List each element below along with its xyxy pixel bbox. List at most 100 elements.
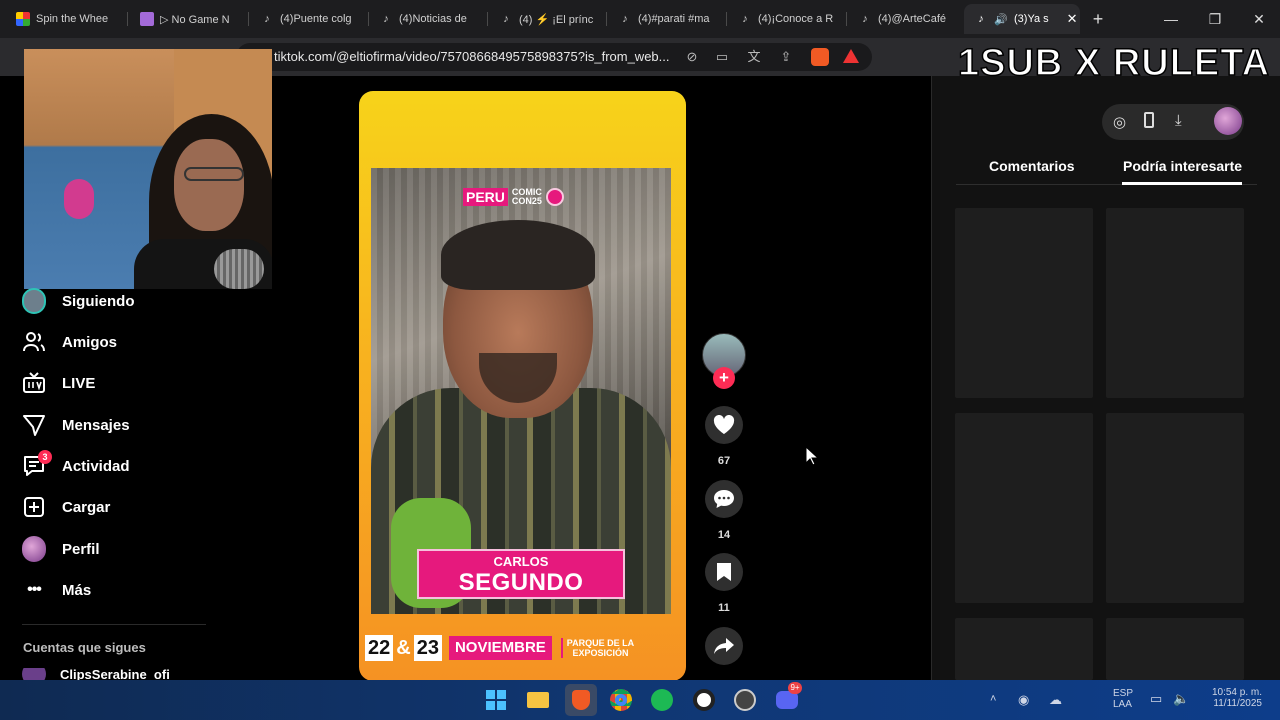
comment-icon [714, 490, 734, 508]
event-date-bar: 22 & 23 NOVIEMBRE PARQUE DE LA EXPOSICIÓN [365, 634, 634, 662]
sidebar-item-label: Más [62, 581, 92, 599]
windows-taskbar: 9+ ˄ ◉ ☁ ESP LAA ▭ 🔈 10:54 p. m. 11/11/202… [0, 680, 1280, 720]
suggested-video-thumb[interactable] [1106, 618, 1244, 680]
sidebar-item-perfil[interactable]: Perfil [22, 535, 100, 563]
tab-spin-the-wheel[interactable]: Spin the Whee [6, 4, 124, 34]
sidebar-item-label: Cargar [62, 498, 111, 516]
activity-icon: 3 [22, 450, 52, 478]
guest-name-box: CARLOS SEGUNDO [417, 549, 625, 599]
video-player[interactable]: PERU COMIC CON25 CARLOS SEGUNDO 22 & 23 N… [359, 91, 686, 681]
tiktok-icon: ♪ [742, 13, 748, 25]
onedrive-icon[interactable]: ☁ [1049, 692, 1062, 708]
suggested-video-thumb[interactable] [1106, 208, 1244, 398]
tab-no-game[interactable]: ▷ No Game N [130, 4, 246, 34]
tab-active-video[interactable]: ♪ 🔊 (3)Ya s ✕ [964, 4, 1080, 34]
upload-icon [22, 495, 46, 519]
peru-comic-con-logo: PERU COMIC CON25 [463, 186, 564, 208]
brave-browser-icon[interactable] [565, 684, 597, 716]
sidebar-item-mas[interactable]: ••• Más [22, 576, 91, 604]
new-tab-button[interactable]: + [1087, 8, 1109, 30]
maximize-icon[interactable]: ❐ [1204, 8, 1226, 30]
discord-icon[interactable]: 9+ [773, 682, 802, 714]
sidebar-item-label: Perfil [62, 540, 100, 558]
share-icon[interactable]: ⇪ [778, 49, 794, 65]
tray-chevron-icon[interactable]: ˄ [990, 693, 996, 705]
share-button[interactable] [705, 627, 743, 665]
tab-label: (4)#parati #ma [638, 13, 710, 25]
suggested-video-thumb[interactable] [955, 618, 1093, 680]
tab-comentarios[interactable]: Comentarios [989, 158, 1075, 174]
event-day-1: 22 [365, 635, 394, 661]
tab-noticias[interactable]: ♪ (4)Noticias de [369, 4, 485, 34]
translate-icon[interactable]: 文 [746, 49, 762, 65]
compass-icon[interactable]: ◎ [1113, 113, 1126, 131]
volume-icon[interactable]: 🔈 [1173, 691, 1189, 707]
obs-icon[interactable] [690, 686, 718, 714]
tab-podria-interesarte[interactable]: Podría interesarte [1123, 158, 1242, 174]
sidebar-item-live[interactable]: LIVE [22, 369, 95, 397]
comment-button[interactable] [705, 480, 743, 518]
close-tab-icon[interactable]: ✕ [1067, 11, 1078, 27]
network-icon[interactable]: ▭ [1150, 691, 1162, 707]
tab-divider [846, 12, 847, 26]
like-button[interactable] [705, 406, 743, 444]
sidebar-item-label: Amigos [62, 333, 118, 351]
sidebar-item-label: LIVE [62, 374, 96, 392]
tab-divider [606, 12, 607, 26]
tab-puente[interactable]: ♪ (4)Puente colg [250, 4, 366, 34]
suggested-video-thumb[interactable] [955, 413, 1093, 603]
tray-app-icon[interactable]: ◉ [1018, 692, 1029, 708]
app-icon[interactable] [731, 686, 759, 714]
download-icon[interactable]: ⤓ [1175, 112, 1182, 129]
tab-divider [726, 12, 727, 26]
suggested-video-thumb[interactable] [955, 208, 1093, 398]
more-icon: ••• [27, 581, 42, 598]
tab-parati[interactable]: ♪ (4)#parati #ma [608, 4, 724, 34]
close-window-icon[interactable]: ✕ [1248, 8, 1270, 30]
account-name: ClipsSerabine_ofi [60, 668, 170, 680]
sidebar-item-label: Mensajes [62, 416, 130, 434]
tiktok-icon: ♪ [978, 13, 984, 25]
speaker-icon[interactable]: 🔊 [994, 12, 1008, 26]
tab-conoce[interactable]: ♪ (4)¡Conoce a R [728, 4, 844, 34]
following-section-title: Cuentas que sigues [23, 640, 146, 655]
tab-divider [248, 12, 249, 26]
spotify-icon[interactable] [648, 686, 676, 714]
url-field[interactable]: tiktok.com/@eltiofirma/video/75708668495… [236, 43, 872, 71]
tab-label: (4)Puente colg [280, 13, 352, 25]
sidebar-item-siguiendo[interactable]: Siguiendo [22, 287, 135, 315]
guest-first-name: CARLOS [493, 554, 549, 569]
language-indicator[interactable]: ESP LAA [1113, 688, 1133, 710]
tab-label: (3)Ya s [1014, 13, 1049, 25]
webcam-balloon [64, 179, 94, 219]
tab-principe[interactable]: ♪ (4) ⚡ ¡El prínc [489, 4, 605, 34]
chrome-icon[interactable] [607, 686, 635, 714]
brave-rewards-icon[interactable] [843, 49, 859, 63]
heart-icon [713, 415, 735, 434]
user-avatar[interactable] [1214, 107, 1242, 135]
logo-comic-con: COMIC CON25 [512, 188, 542, 206]
tab-artecafe[interactable]: ♪ (4)@ArteCafé [848, 4, 958, 34]
lang-line1: ESP [1113, 688, 1134, 699]
following-account-item[interactable]: ClipsSerabine_ofi [22, 668, 170, 680]
no-tracking-icon[interactable]: ⊘ [684, 49, 700, 65]
sidebar-item-cargar[interactable]: Cargar [22, 493, 110, 521]
minimize-icon[interactable]: — [1160, 8, 1182, 30]
save-button[interactable] [705, 553, 743, 591]
follow-plus-icon[interactable]: + [713, 367, 735, 389]
activity-badge: 3 [38, 450, 52, 464]
cast-icon[interactable]: ▭ [714, 49, 730, 65]
tab-label: (4) ⚡ ¡El prínc [519, 13, 594, 26]
file-explorer-icon[interactable] [524, 686, 552, 714]
webcam-glasses [184, 167, 244, 181]
windows-start-icon[interactable] [482, 686, 510, 714]
mobile-icon[interactable] [1144, 112, 1154, 128]
tab-label: Spin the Whee [36, 13, 109, 25]
clock[interactable]: 10:54 p. m. 11/11/2025 [1206, 687, 1262, 709]
sidebar-item-mensajes[interactable]: Mensajes [22, 411, 130, 439]
suggested-video-thumb[interactable] [1106, 413, 1244, 603]
sidebar-item-amigos[interactable]: Amigos [22, 328, 117, 356]
sidebar-item-actividad[interactable]: 3 Actividad [22, 450, 130, 480]
tab-divider [127, 12, 128, 26]
brave-shield-icon[interactable] [811, 48, 829, 66]
